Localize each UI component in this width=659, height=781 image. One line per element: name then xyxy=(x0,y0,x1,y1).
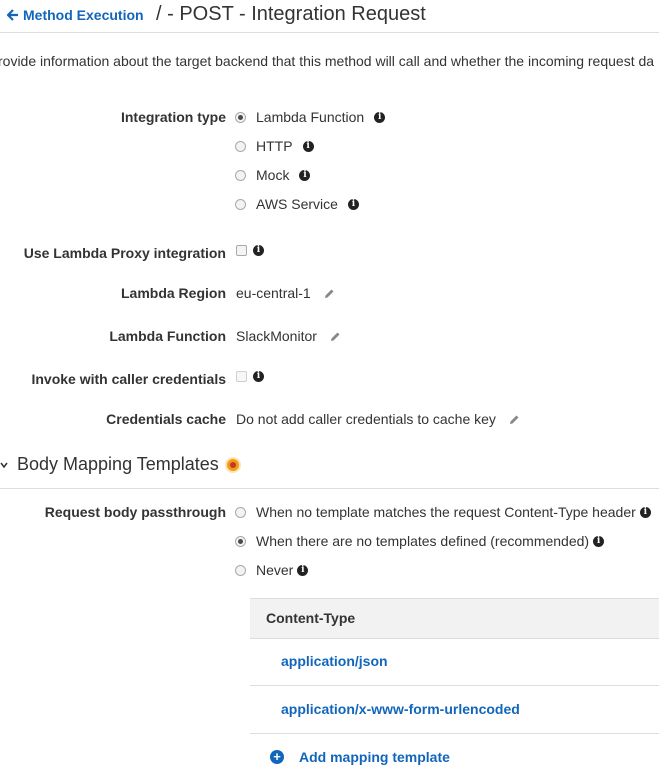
header-divider xyxy=(0,32,659,33)
radio-button[interactable] xyxy=(235,564,246,576)
radio-label: HTTP xyxy=(256,138,293,154)
info-icon[interactable]: i xyxy=(297,564,309,576)
credentials-cache-value: Do not add caller credentials to cache k… xyxy=(236,411,520,427)
lambda-region-text: eu-central-1 xyxy=(236,285,311,301)
pencil-icon[interactable] xyxy=(329,331,341,343)
chevron-down-icon[interactable] xyxy=(0,461,8,469)
radio-passthrough-when-no-match[interactable]: When no template matches the request Con… xyxy=(235,504,651,520)
content-type-link[interactable]: application/json xyxy=(281,653,388,669)
radio-label: Never xyxy=(256,562,294,578)
proxy-integration-checkbox[interactable] xyxy=(236,245,247,256)
radio-label: AWS Service xyxy=(256,196,338,212)
info-icon[interactable]: i xyxy=(299,169,311,181)
lambda-function-label: Lambda Function xyxy=(109,328,226,344)
radio-lambda-function[interactable]: Lambda Function i xyxy=(235,109,386,125)
radio-label: Lambda Function xyxy=(256,109,365,125)
radio-mock[interactable]: Mock i xyxy=(235,167,311,183)
page-description: rovide information about the target back… xyxy=(0,53,655,69)
section-divider xyxy=(0,488,659,489)
info-icon[interactable]: i xyxy=(302,140,314,152)
arrow-left-icon xyxy=(7,9,18,21)
radio-label: When no template matches the request Con… xyxy=(256,504,636,520)
credentials-cache-label: Credentials cache xyxy=(106,411,226,427)
info-icon[interactable]: i xyxy=(347,198,359,210)
radio-button[interactable] xyxy=(235,198,246,210)
table-row: application/json xyxy=(250,638,659,686)
radio-label: When there are no templates defined (rec… xyxy=(256,533,590,549)
radio-aws-service[interactable]: AWS Service i xyxy=(235,196,359,212)
content-type-link[interactable]: application/x-www-form-urlencoded xyxy=(281,701,520,717)
pencil-icon[interactable] xyxy=(508,414,520,426)
back-link-label: Method Execution xyxy=(23,7,144,23)
content-type-table-header: Content-Type xyxy=(250,598,659,639)
info-icon[interactable]: i xyxy=(253,245,264,256)
radio-button[interactable] xyxy=(235,111,246,123)
radio-button[interactable] xyxy=(235,506,246,518)
request-body-passthrough-label: Request body passthrough xyxy=(44,504,226,520)
page-title: / - POST - Integration Request xyxy=(156,3,426,25)
proxy-integration-label: Use Lambda Proxy integration xyxy=(23,245,226,261)
caller-credentials-label: Invoke with caller credentials xyxy=(31,371,226,387)
radio-button[interactable] xyxy=(235,169,246,181)
caller-credentials-checkbox[interactable] xyxy=(236,371,247,382)
content-type-header-label: Content-Type xyxy=(266,610,356,626)
radio-button[interactable] xyxy=(235,535,246,547)
lambda-function-value: SlackMonitor xyxy=(236,328,341,344)
lambda-function-text: SlackMonitor xyxy=(236,328,317,344)
credentials-cache-text: Do not add caller credentials to cache k… xyxy=(236,411,496,427)
info-icon[interactable]: i xyxy=(593,535,605,547)
section-title: Body Mapping Templates xyxy=(17,454,219,474)
integration-type-label: Integration type xyxy=(120,109,226,125)
proxy-integration-control: i xyxy=(236,245,264,256)
radio-passthrough-never[interactable]: Never i xyxy=(235,562,309,578)
caller-credentials-control: i xyxy=(236,371,264,382)
radio-http[interactable]: HTTP i xyxy=(235,138,314,154)
add-mapping-template-button[interactable]: + Add mapping template xyxy=(270,749,450,765)
lambda-region-value: eu-central-1 xyxy=(236,285,335,301)
body-mapping-section-header[interactable]: Body Mapping Templates xyxy=(17,454,239,475)
radio-label: Mock xyxy=(256,167,290,183)
status-indicator-icon xyxy=(226,458,239,471)
radio-button[interactable] xyxy=(235,140,246,152)
info-icon[interactable]: i xyxy=(639,506,651,518)
radio-passthrough-when-no-templates[interactable]: When there are no templates defined (rec… xyxy=(235,533,605,549)
table-row: application/x-www-form-urlencoded xyxy=(250,686,659,734)
lambda-region-label: Lambda Region xyxy=(120,285,226,301)
info-icon[interactable]: i xyxy=(374,111,386,123)
back-to-method-execution-link[interactable]: Method Execution xyxy=(7,7,144,23)
plus-circle-icon: + xyxy=(270,750,284,764)
info-icon[interactable]: i xyxy=(253,371,264,382)
pencil-icon[interactable] xyxy=(323,288,335,300)
add-mapping-template-label: Add mapping template xyxy=(299,749,450,765)
